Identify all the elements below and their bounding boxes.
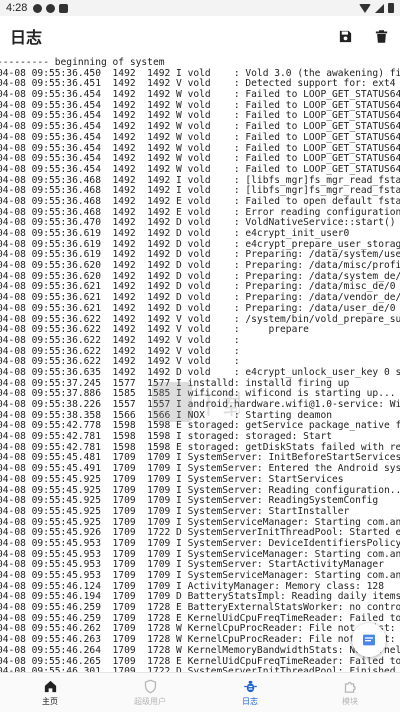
toolbar-actions: [336, 27, 390, 45]
battery-icon: [388, 3, 394, 13]
delete-button[interactable]: [372, 27, 390, 45]
log-line: 04-08 09:55:46.264 1709 1728 W KernelMem…: [0, 644, 400, 656]
log-line: 04-08 09:55:36.454 1492 1492 W vold : Fa…: [0, 131, 400, 143]
app-bar: 日志: [0, 16, 400, 56]
nav-item-modules[interactable]: 模块: [300, 673, 400, 712]
trash-icon: [375, 29, 387, 43]
nav-item-log[interactable]: 日志: [200, 673, 300, 712]
bottom-nav: 主页 超级用户 日志 模块: [0, 672, 400, 712]
log-line: 04-08 09:55:36.621 1492 1492 D vold : Pr…: [0, 302, 396, 314]
puzzle-icon: [344, 681, 356, 693]
page-title: 日志: [10, 30, 43, 47]
log-lines: --------- beginning of system04-08 09:55…: [0, 57, 400, 672]
log-line: 04-08 09:55:45.925 1709 1709 I SystemSer…: [0, 473, 344, 485]
save-button[interactable]: [336, 27, 354, 45]
notification-icon: [59, 3, 69, 13]
status-time: 4:28: [6, 2, 28, 14]
notification-icon: [46, 3, 56, 13]
nav-item-home[interactable]: 主页: [0, 673, 100, 712]
nav-label-modules: 模块: [342, 697, 358, 706]
nav-label-home: 主页: [42, 697, 58, 706]
status-bar: 4:28: [0, 0, 400, 16]
status-icons: [359, 3, 394, 13]
log-view[interactable]: --------- beginning of system04-08 09:55…: [0, 56, 400, 672]
wifi-icon: [359, 3, 371, 13]
bug-icon: [243, 680, 257, 692]
log-line: 04-08 09:55:36.622 1492 1492 V vold :: [0, 334, 240, 346]
floating-action-button[interactable]: [352, 623, 386, 657]
log-line: 04-08 09:55:45.925 1709 1709 I SystemSer…: [0, 505, 350, 517]
shield-icon: [144, 679, 156, 693]
nav-label-superuser: 超级用户: [134, 697, 166, 706]
nav-label-log: 日志: [242, 697, 258, 706]
log-line: 04-08 09:55:36.454 1492 1492 W vold : Fa…: [0, 163, 400, 175]
signal-icon: [375, 3, 384, 13]
log-icon: [363, 634, 375, 646]
nav-item-superuser[interactable]: 超级用户: [100, 673, 200, 712]
notification-icon: [33, 3, 43, 13]
save-icon: [339, 30, 351, 42]
home-icon: [44, 680, 56, 692]
